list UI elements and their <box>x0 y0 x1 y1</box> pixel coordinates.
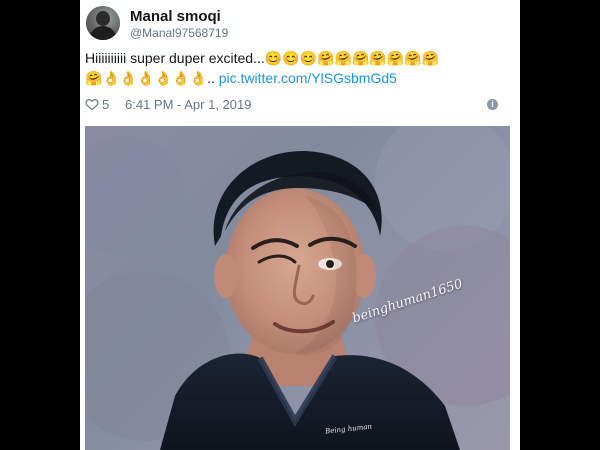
emoji-row-2: 🤗👌👌👌👌👌👌 <box>85 70 207 86</box>
tweet-card: Manal smoqi @Manal97568719 Hiiiiiiiiii s… <box>80 0 520 450</box>
user-names: Manal smoqi @Manal97568719 <box>130 8 228 41</box>
tweet-emoji-row2-6: 👌 <box>189 70 208 86</box>
tweet-emoji-row1-0: 😊 <box>264 50 283 66</box>
tweet-emoji-row2-0: 🤗 <box>85 70 103 86</box>
tweet-emoji-row1-2: 😊 <box>299 50 318 66</box>
tweet-emoji-row1-3: 🤗 <box>317 50 335 66</box>
tweet-emoji-row2-5: 👌 <box>172 70 190 86</box>
display-name[interactable]: Manal smoqi <box>130 8 228 25</box>
like-count[interactable]: 5 <box>102 97 109 112</box>
tweet-text: Hiiiiiiiiii super duper excited...😊😊😊🤗🤗🤗… <box>85 48 510 88</box>
tweet-timestamp[interactable]: 6:41 PM - Apr 1, 2019 <box>125 97 251 112</box>
avatar[interactable] <box>86 6 120 40</box>
tweet-emoji-row1-4: 🤗 <box>334 50 352 66</box>
tweet-ellipsis: .. <box>207 70 215 86</box>
tweet-text-prefix: Hiiiiiiiiii super duper excited... <box>85 50 265 66</box>
info-icon[interactable]: i <box>487 99 498 110</box>
tweet-emoji-row2-2: 👌 <box>119 70 138 86</box>
user-handle[interactable]: @Manal97568719 <box>130 25 228 41</box>
tweet-emoji-row2-4: 👌 <box>154 70 173 86</box>
heart-icon[interactable] <box>85 97 99 111</box>
tweet-media-link[interactable]: pic.twitter.com/YlSGsbmGd5 <box>219 70 397 86</box>
tweet-emoji-row1-9: 🤗 <box>421 50 440 66</box>
tweet-header: Manal smoqi @Manal97568719 <box>86 6 506 42</box>
tweet-emoji-row1-7: 🤗 <box>386 50 405 66</box>
avatar-head-shape <box>96 11 110 26</box>
tweet-emoji-row1-1: 😊 <box>282 50 300 66</box>
tweet-emoji-row2-3: 👌 <box>137 70 155 86</box>
tweet-emoji-row1-5: 🤗 <box>351 50 370 66</box>
tweet-emoji-row1-8: 🤗 <box>404 50 422 66</box>
tweet-meta: 5 6:41 PM - Apr 1, 2019 i <box>85 96 510 114</box>
tweet-emoji-row1-6: 🤗 <box>369 50 387 66</box>
tweet-emoji-row2-1: 👌 <box>102 70 120 86</box>
emoji-row-1: 😊😊😊🤗🤗🤗🤗🤗🤗🤗 <box>265 50 439 66</box>
tweet-photo[interactable]: beinghuman1650 Being human <box>85 126 510 450</box>
